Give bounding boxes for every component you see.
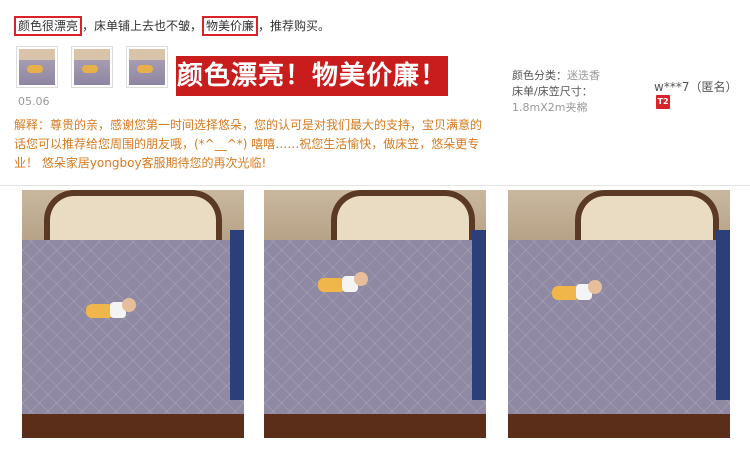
review-thumbnail[interactable] xyxy=(126,46,168,88)
seller-reply: 解释：尊贵的亲，感谢您第一时间选择悠朵，您的认可是对我们最大的支持，宝贝满意的话… xyxy=(14,116,484,173)
spec-size-value: 1.8mX2m夹棉 xyxy=(512,101,588,114)
reviewer-name[interactable]: w***7（匿名） xyxy=(654,78,737,95)
spec-color-row: 颜色分类：迷迭香 xyxy=(512,68,600,84)
divider xyxy=(0,185,750,186)
review-photo[interactable] xyxy=(508,190,730,438)
review-text-end: ，推荐购买。 xyxy=(258,19,331,33)
reply-text: 尊贵的亲，感谢您第一时间选择悠朵，您的认可是对我们最大的支持，宝贝满意的话您可以… xyxy=(14,118,483,170)
review-photo[interactable] xyxy=(22,190,244,438)
reviewer-level-icon: T2 xyxy=(656,95,670,109)
spec-color-value: 迷迭香 xyxy=(567,69,600,82)
review-text-mid: ，床单铺上去也不皱， xyxy=(82,19,203,33)
spec-size-label: 床单/床笠尺寸： xyxy=(512,85,593,98)
review-thumbnail[interactable] xyxy=(16,46,58,88)
promo-banner: 颜色漂亮！物美价廉！ xyxy=(176,56,448,96)
highlight-price: 物美价廉 xyxy=(202,16,259,36)
reply-prefix: 解释： xyxy=(14,118,51,132)
highlight-color: 颜色很漂亮 xyxy=(14,16,83,36)
spec-color-label: 颜色分类： xyxy=(512,69,567,82)
review-thumbnail[interactable] xyxy=(71,46,113,88)
review-photo[interactable] xyxy=(264,190,486,438)
review-thumbnails xyxy=(16,46,168,88)
review-photos xyxy=(22,190,732,438)
review-text: 颜色很漂亮 ，床单铺上去也不皱， 物美价廉 ，推荐购买。 xyxy=(14,16,330,36)
product-spec: 颜色分类：迷迭香 床单/床笠尺寸： 1.8mX2m夹棉 xyxy=(512,68,600,116)
review-date: 05.06 xyxy=(18,95,50,108)
review-item: 颜色很漂亮 ，床单铺上去也不皱， 物美价廉 ，推荐购买。 颜色漂亮！物美价廉！ 05.… xyxy=(0,0,750,185)
